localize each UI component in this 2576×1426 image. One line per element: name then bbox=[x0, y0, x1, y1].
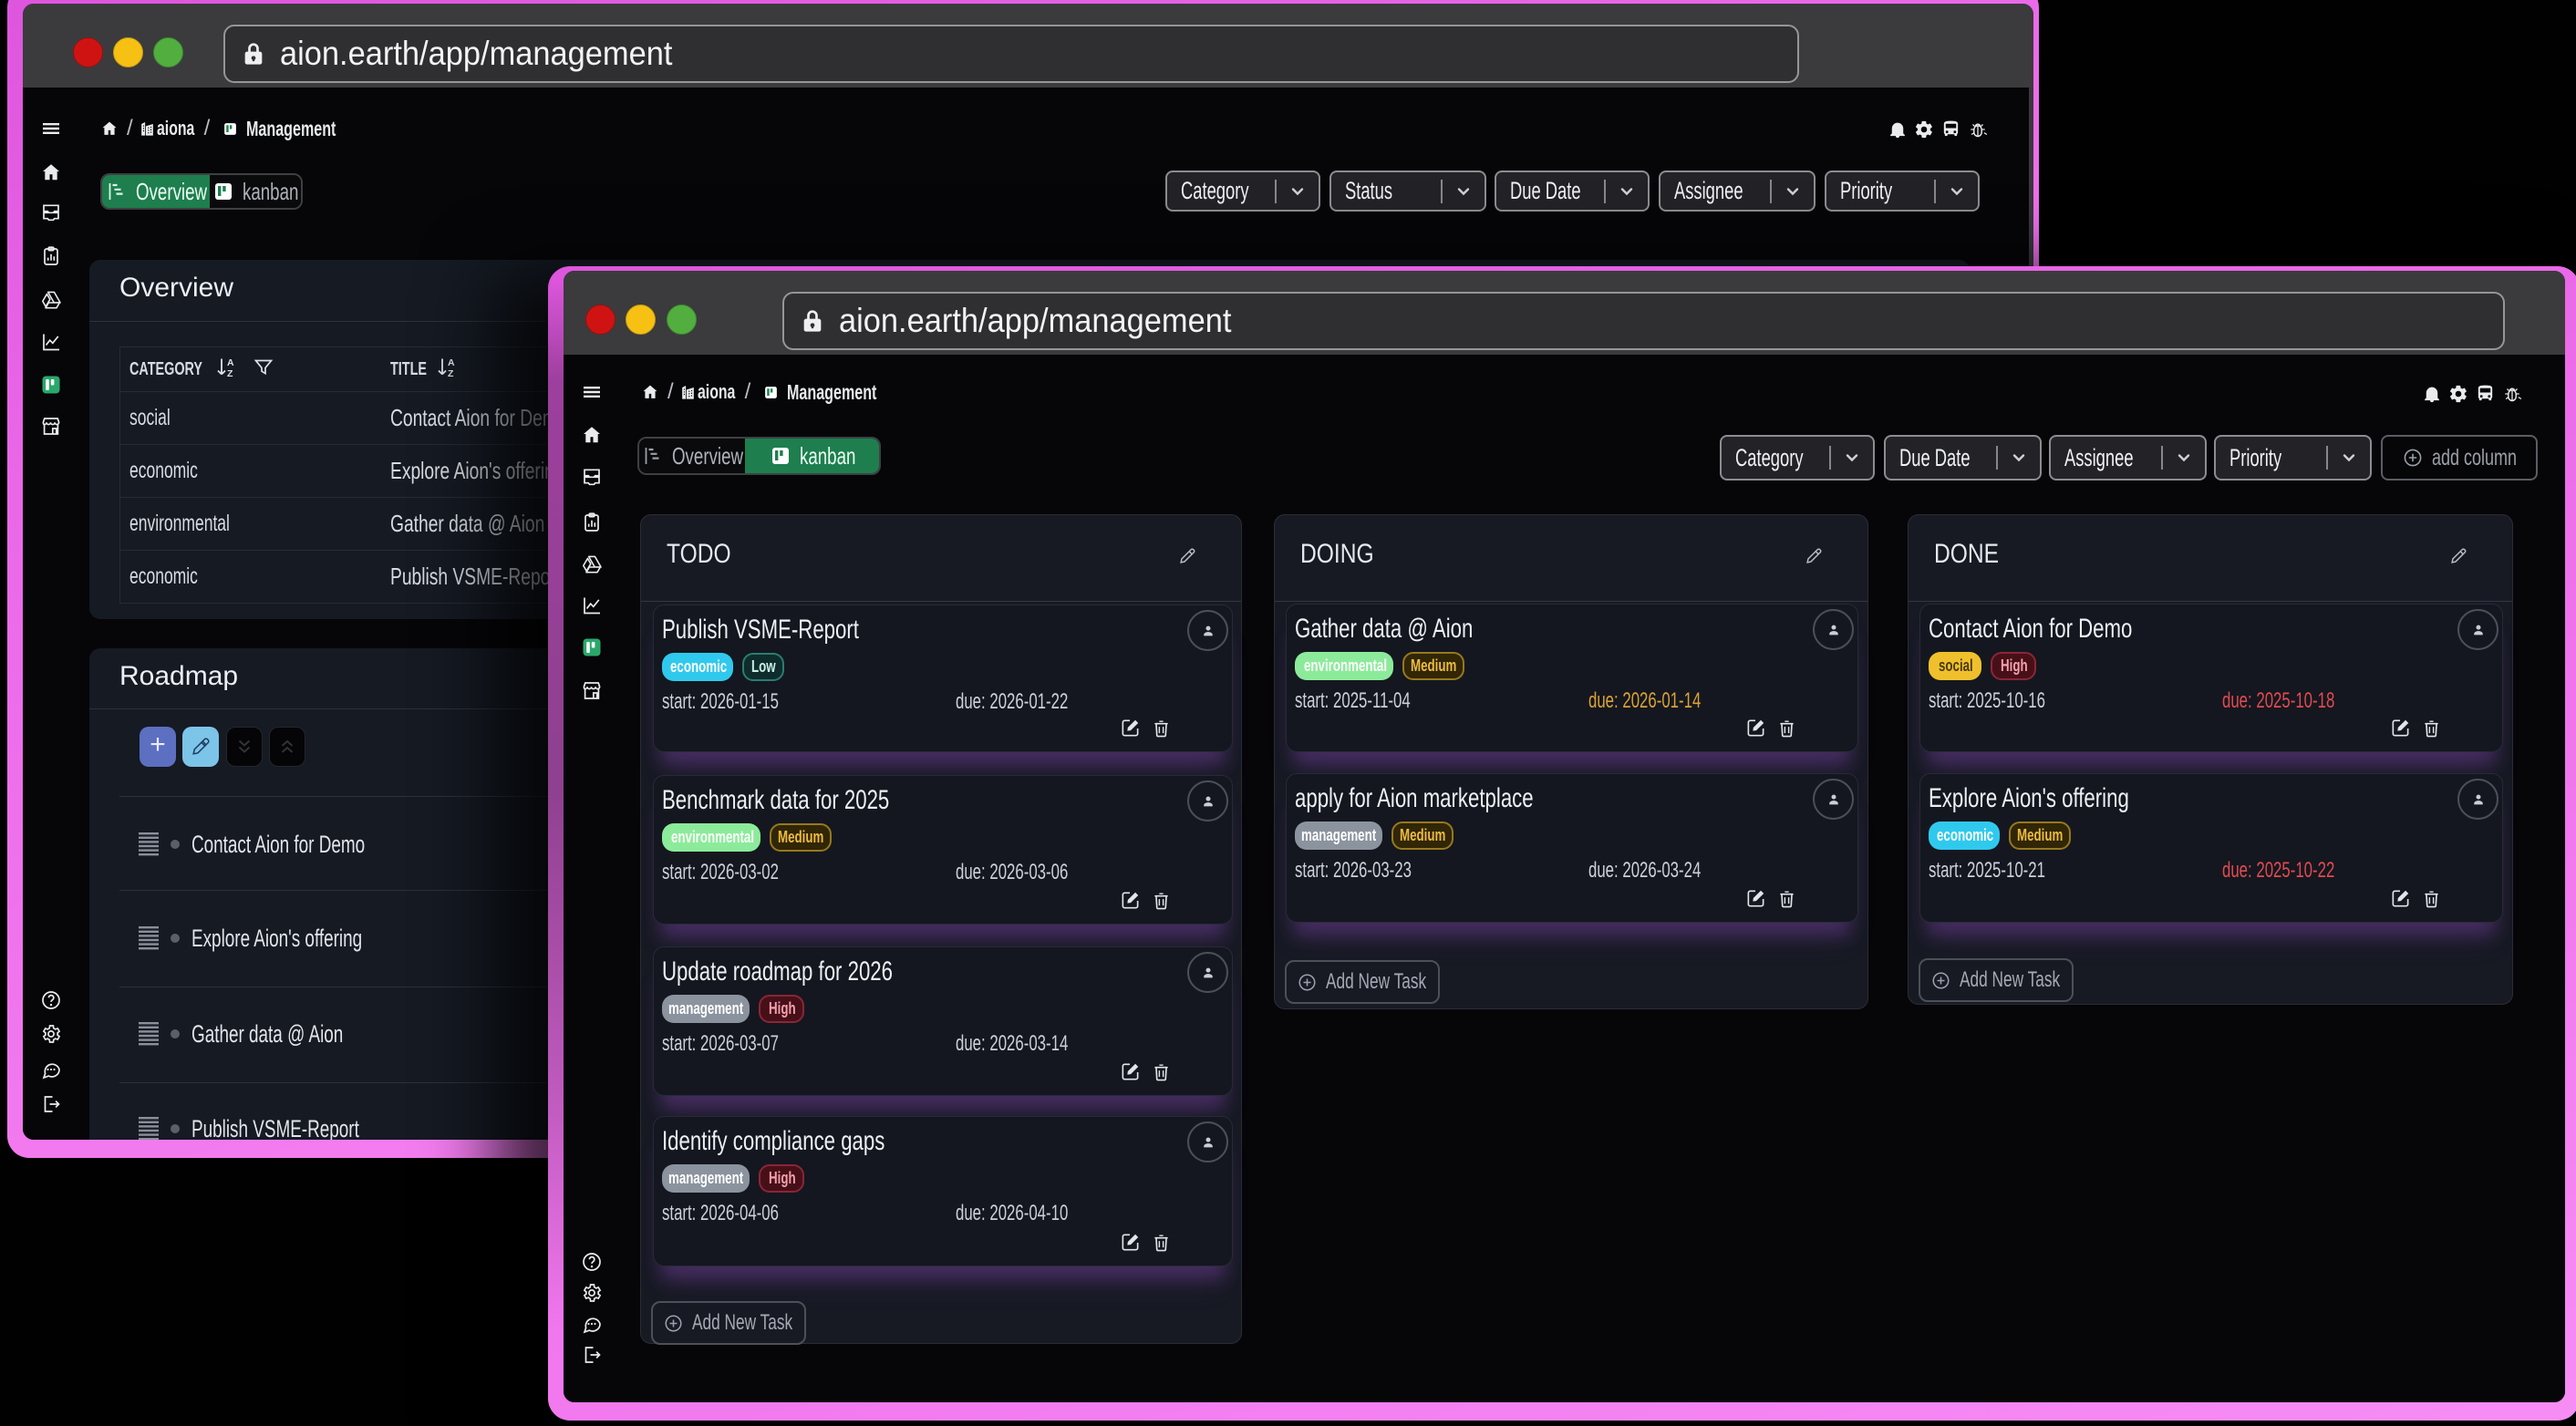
svg-text:A: A bbox=[448, 357, 455, 368]
svg-text:A: A bbox=[227, 357, 234, 368]
svg-text:Z: Z bbox=[448, 368, 454, 378]
svg-text:Z: Z bbox=[227, 368, 233, 378]
